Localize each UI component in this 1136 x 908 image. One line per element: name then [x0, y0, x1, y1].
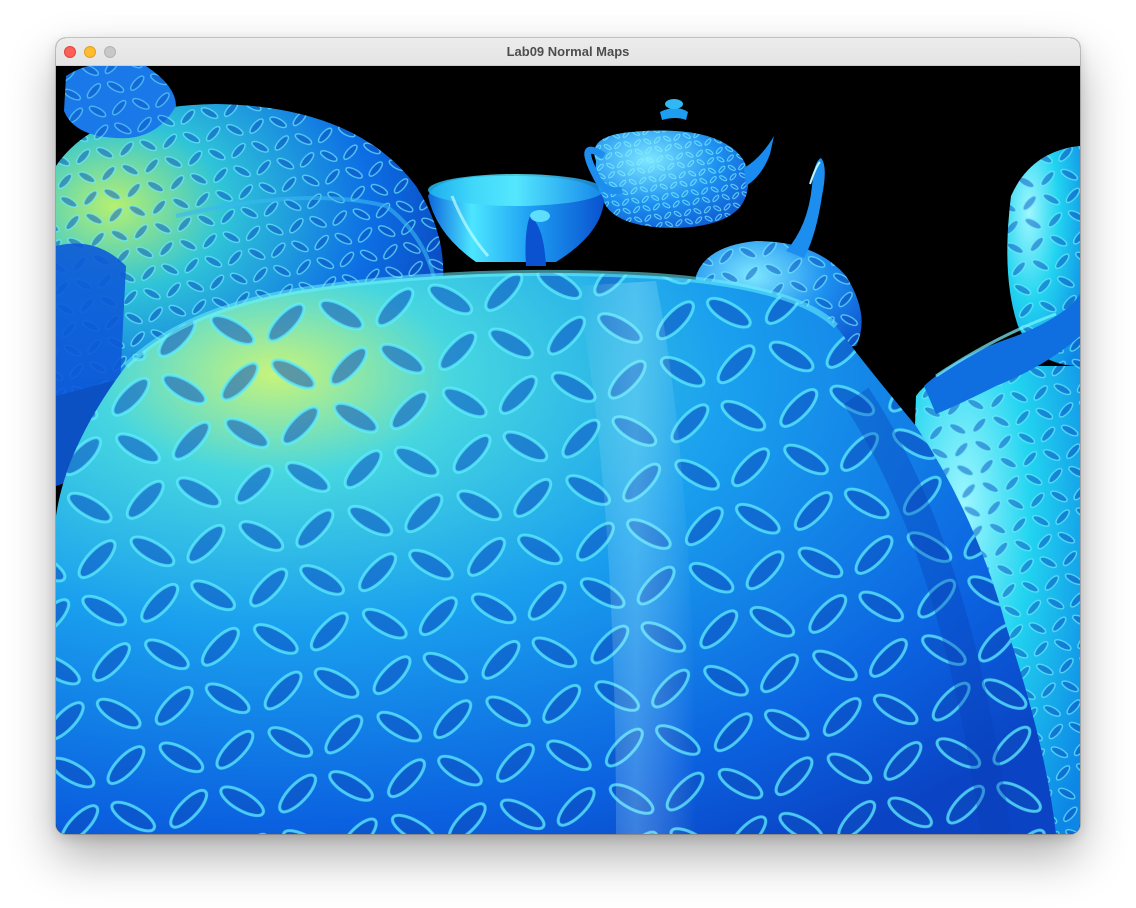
app-window: Lab09 Normal Maps [56, 38, 1080, 834]
title-bar[interactable]: Lab09 Normal Maps [56, 38, 1080, 66]
window-title: Lab09 Normal Maps [506, 44, 630, 59]
teapot-scene [56, 66, 1080, 834]
render-viewport[interactable] [56, 66, 1080, 834]
